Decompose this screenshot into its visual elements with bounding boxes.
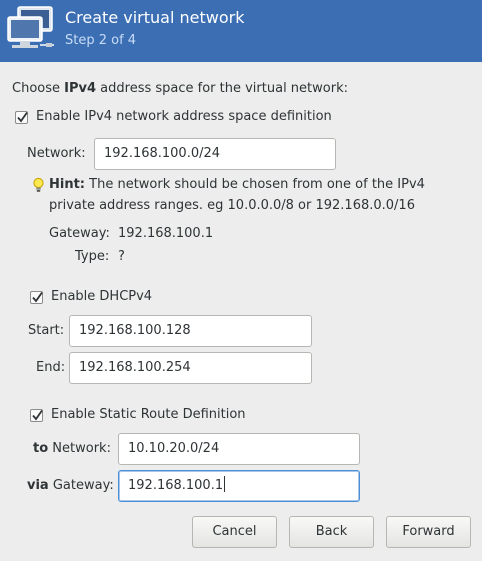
wizard-header: Create virtual network Step 2 of 4	[0, 0, 482, 62]
network-computers-icon	[7, 6, 54, 48]
to-network-label: to Network:	[33, 441, 111, 456]
enable-dhcp-checkbox[interactable]	[30, 291, 43, 304]
hint-line-2: private address ranges. eg 10.0.0.0/8 or…	[49, 198, 415, 213]
checkmark-icon	[32, 409, 43, 421]
intro-bold: IPv4	[64, 81, 97, 96]
to-network-input[interactable]: 10.10.20.0/24	[118, 433, 360, 465]
lightbulb-icon	[33, 177, 44, 192]
checkmark-icon	[17, 111, 28, 123]
wizard-step: Step 2 of 4	[65, 33, 137, 48]
gateway-label: Gateway:	[49, 226, 110, 241]
network-input[interactable]: 192.168.100.0/24	[94, 138, 336, 170]
via-gateway-input[interactable]: 192.168.100.1	[118, 470, 360, 502]
type-value: ?	[118, 249, 125, 264]
cancel-button[interactable]: Cancel	[192, 516, 277, 548]
hint-line-1: Hint: The network should be chosen from …	[49, 177, 425, 192]
intro-prefix: Choose	[12, 81, 65, 96]
dhcp-start-input[interactable]: 192.168.100.128	[69, 315, 312, 347]
wizard-title: Create virtual network	[65, 8, 245, 27]
enable-static-route-checkbox[interactable]	[30, 409, 43, 422]
enable-ipv4-checkbox[interactable]	[15, 111, 28, 124]
enable-static-route-label[interactable]: Enable Static Route Definition	[51, 407, 246, 422]
dhcp-end-input[interactable]: 192.168.100.254	[69, 352, 312, 384]
checkmark-icon	[32, 291, 43, 303]
via-gateway-label: via Gateway:	[27, 478, 114, 493]
forward-button[interactable]: Forward	[386, 516, 471, 548]
gateway-value: 192.168.100.1	[118, 226, 214, 241]
enable-ipv4-label[interactable]: Enable IPv4 network address space defini…	[36, 109, 332, 124]
enable-dhcp-label[interactable]: Enable DHCPv4	[51, 289, 152, 304]
type-label: Type:	[75, 249, 110, 264]
dhcp-end-label: End:	[36, 360, 66, 375]
via-bold: via	[27, 478, 49, 493]
intro-text: Choose IPv4 address space for the virtua…	[12, 81, 348, 96]
back-button[interactable]: Back	[289, 516, 374, 548]
intro-suffix: address space for the virtual network:	[96, 81, 348, 96]
hint-text-1: The network should be chosen from one of…	[85, 177, 425, 192]
via-gateway-value: 192.168.100.1	[128, 478, 224, 493]
via-rest: Gateway:	[48, 478, 114, 493]
dhcp-start-label: Start:	[28, 323, 65, 338]
hint-bold: Hint:	[49, 177, 86, 192]
to-bold: to	[33, 441, 49, 456]
to-rest: Network:	[48, 441, 111, 456]
text-caret	[224, 476, 226, 492]
network-label: Network:	[27, 146, 86, 161]
